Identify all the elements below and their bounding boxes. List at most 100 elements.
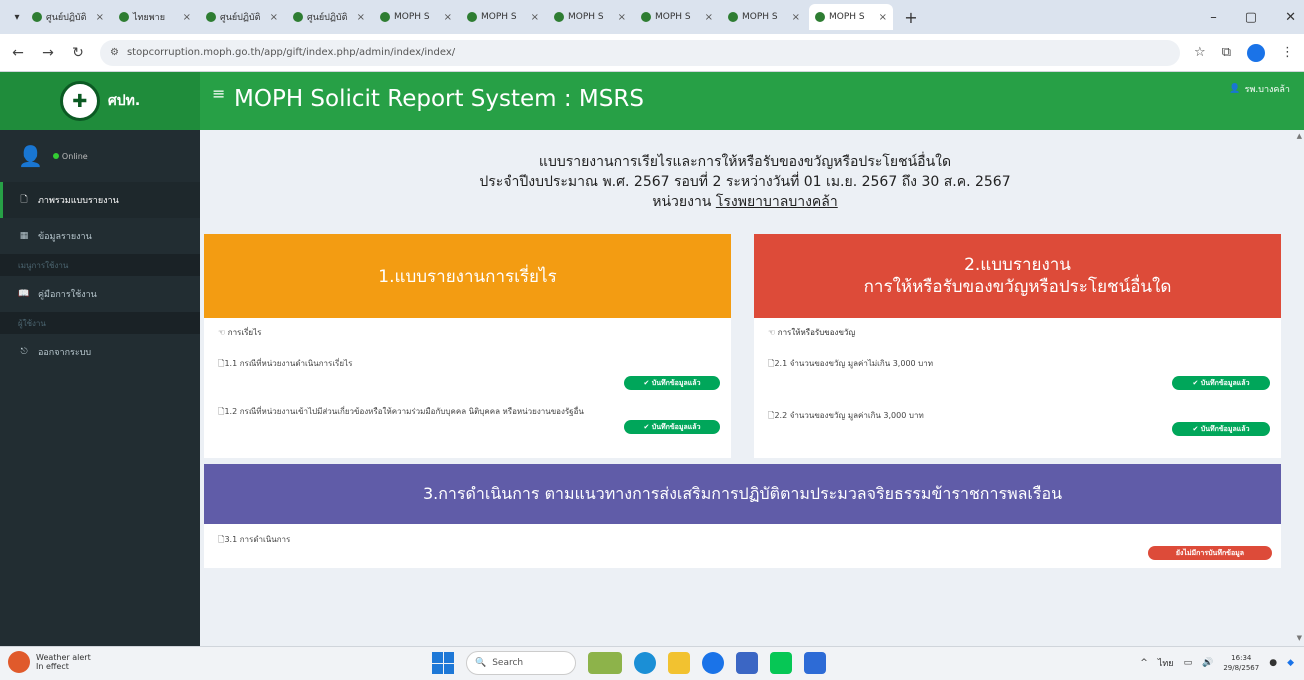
- panel-gifts-header: 2.แบบรายงาน การให้หรือรับของขวัญหรือประโ…: [754, 234, 1281, 318]
- file-icon: 🗋: [20, 195, 28, 205]
- line-icon[interactable]: [770, 652, 792, 674]
- panel-solicitation-subtitle: ☜ การเรี่ยไร: [218, 328, 262, 337]
- favicon-icon: [380, 12, 390, 22]
- language-indicator[interactable]: ไทย: [1158, 656, 1174, 670]
- report-row-1-2[interactable]: 🗋1.2 กรณีที่หน่วยงานเข้าไปมีส่วนเกี่ยวข้…: [218, 406, 588, 418]
- tab-search-icon[interactable]: ▾: [8, 8, 26, 26]
- browser-tab[interactable]: ศูนย์ปฏิบัติ ×: [26, 4, 110, 30]
- book-icon: 📖: [18, 289, 30, 299]
- moph-emblem-icon: ✚: [59, 81, 100, 121]
- site-info-icon[interactable]: ⚙: [110, 47, 119, 58]
- browser-tab[interactable]: MOPH S ×: [722, 4, 806, 30]
- close-tab-icon[interactable]: ×: [183, 12, 191, 23]
- app-window: ✚ ศปท. ≡ MOPH Solicit Report System : MS…: [0, 72, 1304, 646]
- browser-tab[interactable]: MOPH S ×: [548, 4, 632, 30]
- logout-icon: ⎋: [20, 347, 28, 357]
- maximize-icon[interactable]: ▢: [1245, 10, 1257, 25]
- edge-browser-icon[interactable]: [634, 652, 656, 674]
- report-row-1-1[interactable]: 🗋1.1 กรณีที่หน่วยงานดำเนินการเรี่ยไร: [218, 358, 578, 370]
- file-explorer-icon[interactable]: [668, 652, 690, 674]
- browser-tab[interactable]: ศูนย์ปฏิบัติ ×: [200, 4, 284, 30]
- network-icon[interactable]: ▭: [1184, 658, 1193, 668]
- weather-widget[interactable]: Weather alert In effect: [8, 651, 91, 673]
- status-badge[interactable]: ✔ บันทึกข้อมูลแล้ว: [1172, 376, 1270, 390]
- bookmark-star-icon[interactable]: ☆: [1194, 45, 1206, 60]
- forward-icon[interactable]: →: [40, 45, 56, 61]
- browser-tab[interactable]: MOPH S ×: [635, 4, 719, 30]
- sidebar: 👤 Online 🗋 ภาพรวมแบบรายงาน ▦ ข้อมูลรายงา…: [0, 130, 200, 646]
- browser-tab[interactable]: MOPH S ×: [461, 4, 545, 30]
- logo[interactable]: ✚ ศปท.: [0, 72, 200, 130]
- scroll-down-icon[interactable]: ▼: [1297, 634, 1302, 642]
- browser-tab[interactable]: MOPH S ×: [374, 4, 458, 30]
- reload-icon[interactable]: ↻: [70, 45, 86, 61]
- profile-avatar[interactable]: [1247, 43, 1265, 62]
- status-badge[interactable]: ✔ บันทึกข้อมูลแล้ว: [1172, 422, 1270, 436]
- close-tab-icon[interactable]: ×: [705, 12, 713, 23]
- panel-solicitation: 1.แบบรายงานการเรี่ยไร ☜ การเรี่ยไร 🗋1.1 …: [204, 234, 731, 458]
- url-field[interactable]: ⚙ stopcorruption.moph.go.th/app/gift/ind…: [100, 39, 1181, 66]
- copilot-icon[interactable]: ◆: [1287, 658, 1294, 668]
- scroll-up-icon[interactable]: ▲: [1297, 132, 1302, 140]
- close-window-icon[interactable]: ✕: [1285, 10, 1296, 25]
- favicon-icon: [467, 12, 477, 22]
- new-tab-button[interactable]: +: [900, 6, 922, 28]
- browser-tab[interactable]: ศูนย์ปฏิบัติ ×: [287, 4, 371, 30]
- chrome-icon[interactable]: [702, 652, 724, 674]
- user-menu[interactable]: 👤 รพ.บางคล้า: [1229, 82, 1290, 96]
- report-period: ประจำปีงบประมาณ พ.ศ. 2567 รอบที่ 2 ระหว่…: [479, 174, 1011, 190]
- unit-name-link[interactable]: โรงพยาบาลบางคล้า: [716, 194, 838, 210]
- panel-solicitation-header: 1.แบบรายงานการเรี่ยไร: [204, 234, 731, 318]
- top-navbar: ✚ ศปท. ≡ MOPH Solicit Report System : MS…: [0, 72, 1304, 130]
- close-tab-icon[interactable]: ×: [618, 12, 626, 23]
- close-tab-icon[interactable]: ×: [270, 12, 278, 23]
- back-icon[interactable]: ←: [10, 45, 26, 61]
- app-icon[interactable]: [736, 652, 758, 674]
- report-unit: หน่วยงาน โรงพยาบาลบางคล้า: [652, 194, 838, 210]
- status-badge[interactable]: ✔ บันทึกข้อมูลแล้ว: [624, 376, 720, 390]
- close-tab-icon[interactable]: ×: [792, 12, 800, 23]
- report-header: แบบรายงานการเรียไรและการให้หรือรับของขวั…: [200, 152, 1290, 212]
- minimize-icon[interactable]: –: [1210, 10, 1217, 25]
- sidebar-item-report-data[interactable]: ▦ ข้อมูลรายงาน: [0, 218, 200, 254]
- favicon-icon: [206, 12, 216, 22]
- close-tab-icon[interactable]: ×: [531, 12, 539, 23]
- close-tab-icon[interactable]: ×: [96, 12, 104, 23]
- close-tab-icon[interactable]: ×: [879, 12, 887, 23]
- panel-gifts: 2.แบบรายงาน การให้หรือรับของขวัญหรือประโ…: [754, 234, 1281, 458]
- app-title: MOPH Solicit Report System : MSRS: [234, 86, 644, 112]
- app-icon[interactable]: [804, 652, 826, 674]
- tray-chevron-icon[interactable]: ^: [1140, 658, 1148, 668]
- user-avatar-icon: 👤: [18, 144, 43, 168]
- sidebar-item-overview[interactable]: 🗋 ภาพรวมแบบรายงาน: [0, 182, 200, 218]
- browser-menu-icon[interactable]: ⋮: [1281, 45, 1294, 60]
- browser-tab-active[interactable]: MOPH S ×: [809, 4, 893, 30]
- clock[interactable]: 16:34 29/8/2567: [1223, 653, 1259, 673]
- close-tab-icon[interactable]: ×: [444, 12, 452, 23]
- close-tab-icon[interactable]: ×: [357, 12, 365, 23]
- notification-icon[interactable]: ●: [1269, 658, 1277, 668]
- user-icon: 👤: [1229, 84, 1241, 94]
- favicon-icon: [554, 12, 564, 22]
- report-row-2-2[interactable]: 🗋2.2 จำนวนของขวัญ มูลค่าเกิน 3,000 บาท: [768, 410, 1128, 422]
- sidebar-toggle-icon[interactable]: ≡: [212, 84, 225, 103]
- sidebar-user-panel: 👤 Online: [0, 130, 200, 182]
- windows-start-icon[interactable]: [432, 652, 454, 674]
- favicon-icon: [815, 12, 825, 22]
- status-badge[interactable]: ✔ บันทึกข้อมูลแล้ว: [624, 420, 720, 434]
- panel-ethics: 3.การดำเนินการ ตามแนวทางการส่งเสริมการปฏ…: [204, 464, 1281, 568]
- extensions-icon[interactable]: ⧉: [1222, 45, 1231, 60]
- report-row-2-1[interactable]: 🗋2.1 จำนวนของขวัญ มูลค่าไม่เกิน 3,000 บา…: [768, 358, 1128, 370]
- browser-tab[interactable]: ไทยพาย ×: [113, 4, 197, 30]
- weather-alert-icon: [8, 651, 30, 673]
- search-icon: 🔍: [475, 658, 487, 668]
- report-row-3-1[interactable]: 🗋3.1 การดำเนินการ: [218, 534, 618, 546]
- sidebar-item-manual[interactable]: 📖 คู่มือการใช้งาน: [0, 276, 200, 312]
- taskbar-search[interactable]: 🔍 Search: [466, 651, 576, 675]
- sidebar-item-logout[interactable]: ⎋ ออกจากระบบ: [0, 334, 200, 370]
- favicon-icon: [293, 12, 303, 22]
- volume-icon[interactable]: 🔊: [1202, 658, 1213, 668]
- status-badge-empty[interactable]: ยังไม่มีการบันทึกข้อมูล: [1148, 546, 1272, 560]
- hand-icon: ☜: [768, 328, 776, 337]
- widget-icon[interactable]: [588, 652, 622, 674]
